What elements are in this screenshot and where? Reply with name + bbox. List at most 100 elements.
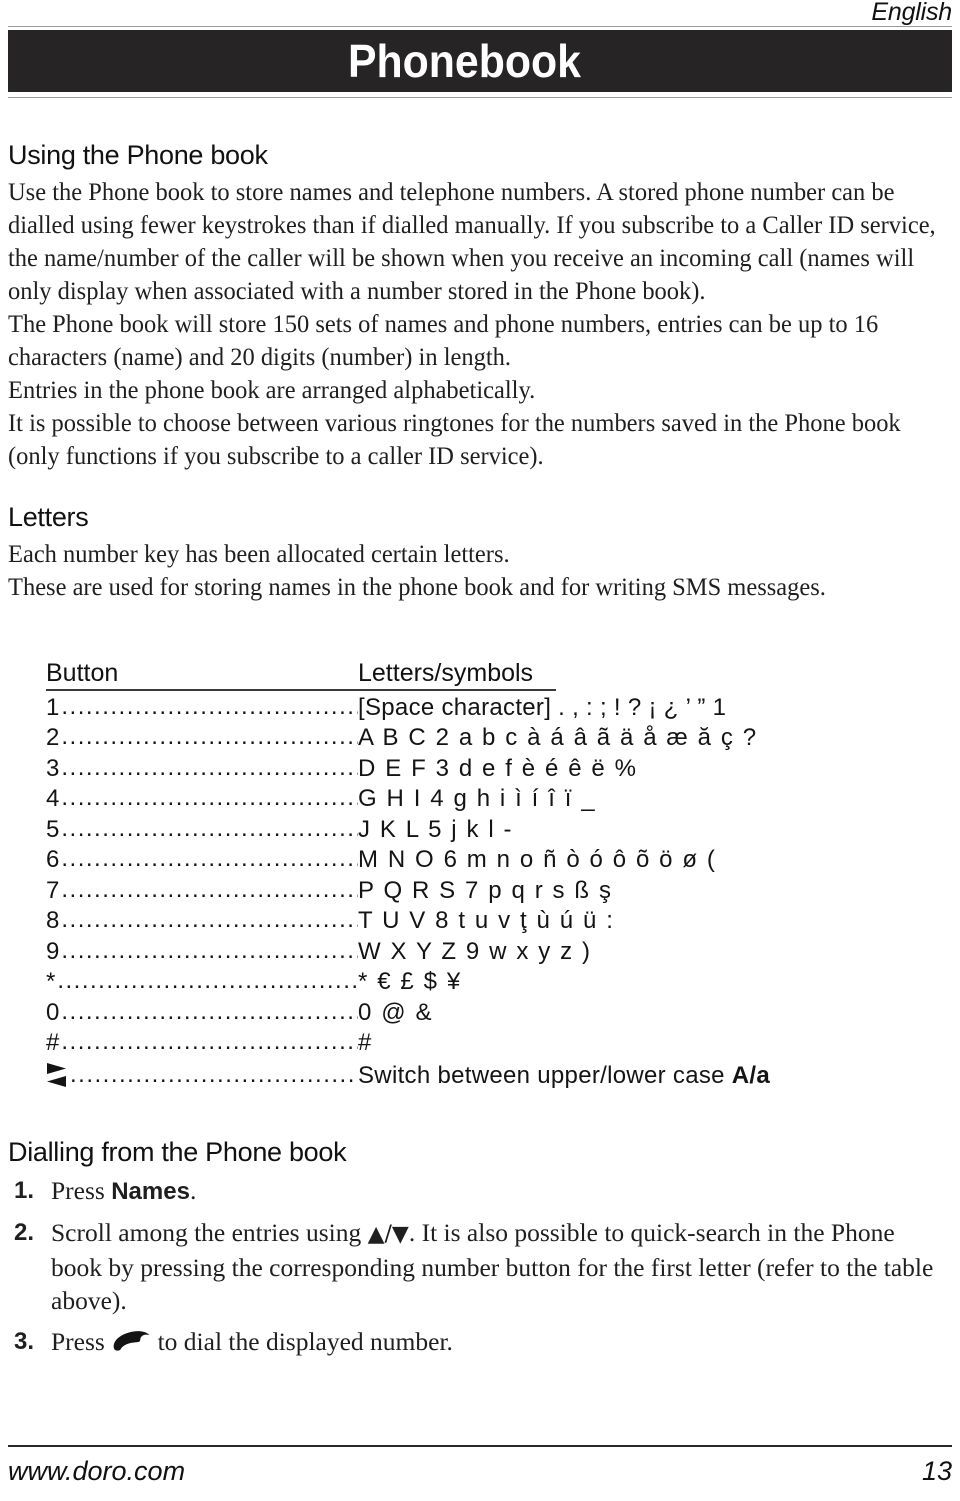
table-row: 8.......................................… [46,906,926,937]
dialling-step: 1. Press Names. [8,1174,952,1208]
dialling-step: 2. Scroll among the entries using ▲/▼. It… [8,1216,952,1317]
key-label: 2 [46,724,60,751]
key-label: * [46,968,56,995]
header-top-divider [8,26,952,27]
key-label: 5 [46,815,60,843]
table-cell-button: 7.......................................… [46,876,358,907]
table-row: 5.......................................… [46,815,926,846]
dot-leader: ........................................… [61,997,358,1025]
page-footer: www.doro.com 13 [8,1449,952,1493]
dot-leader: ........................................… [61,723,358,750]
table-cell-letters-symbols: T U V 8 t u v ţ ù ú ü : [358,907,615,934]
table-cell-letters-symbols: J K L 5 j k l - [358,815,514,843]
footer-divider [8,1445,952,1447]
table-row: 9.......................................… [46,937,926,968]
dot-leader: ........................................… [57,967,358,994]
key-label: 6 [46,846,60,873]
dot-leader: ........................................… [61,845,358,872]
dialling-step: 3. Press to dial the displayed number. [8,1325,952,1358]
scroll-up-down-arrows-icon: ▲/▼ [367,1222,409,1247]
step-number: 2. [14,1219,35,1246]
table-cell-letters-symbols: Switch between upper/lower case A/a [358,1061,926,1092]
step-keyword: Names [111,1178,190,1205]
paragraph-letters-2: These are used for storing names in the … [8,572,826,601]
handset-call-icon [111,1330,151,1352]
step-text-after: to dial the displayed number. [151,1327,453,1356]
key-label: # [46,1029,60,1056]
table-cell-letters-symbols: P Q R S 7 p q r s ß ş [358,876,613,904]
dot-leader: ........................................… [61,906,358,933]
key-label: 4 [46,785,60,812]
paragraph-letters-1: Each number key has been allocated certa… [8,539,510,568]
key-label: 3 [46,754,60,782]
paragraph-using-4: It is possible to choose between various… [8,408,901,470]
header-bottom-divider [8,97,952,98]
table-cell-letters-symbols: # [358,1029,373,1056]
key-label: 9 [46,937,60,965]
dot-leader: ........................................… [61,875,358,903]
column-header-button: Button [46,659,119,687]
dot-leader: ........................................… [61,692,358,720]
table-row: #.......................................… [46,1028,926,1059]
dot-leader: ........................................… [61,936,358,964]
table-cell-letters-symbols: D E F 3 d e f è é ê ë % [358,754,638,782]
page-title-banner: Phonebook [8,30,952,92]
paragraph-using-1: Use the Phone book to store names and te… [8,177,936,305]
table-header-row: Button Letters/symbols [46,659,926,689]
table-cell-button: 2.......................................… [46,723,358,754]
document-content: Using the Phone book Use the Phone book … [8,140,952,1366]
table-row: 3.......................................… [46,754,926,785]
table-cell-button: *.......................................… [46,967,358,998]
dot-leader: ........................................… [61,814,358,842]
paragraph-using-2: The Phone book will store 150 sets of na… [8,309,879,371]
table-cell-button: 5.......................................… [46,815,358,846]
dot-leader: ........................................… [61,753,358,781]
table-cell-letters-symbols: [Space character] . , : ; ! ? ¡ ¿ ’ ” 1 [358,693,727,721]
table-row: 7.......................................… [46,876,926,907]
key-label: 0 [46,998,60,1026]
key-label: 8 [46,907,60,934]
table-row: 4.......................................… [46,784,926,815]
section-heading-letters: Letters [8,502,89,532]
table-cell-letters-symbols: 0 @ & [358,998,434,1026]
footer-website: www.doro.com [8,1455,186,1486]
table-cell-letters-symbols: G H I 4 g h i ì í î ï _ [358,785,597,812]
page-title: Phonebook [348,35,581,87]
key-letters-table: Button Letters/symbols 1................… [46,659,926,1091]
section-heading-dialling: Dialling from the Phone book [8,1137,347,1167]
table-row: ........................................… [46,1059,926,1092]
step-number: 3. [14,1328,35,1355]
dot-leader: ........................................… [61,1028,358,1055]
table-cell-button: 4.......................................… [46,784,358,815]
step-text-before: Press [51,1176,112,1205]
table-cell-button: 9.......................................… [46,937,358,968]
table-header-divider [46,689,556,691]
key-label: 7 [46,876,60,904]
step-text-before: Press [51,1327,112,1356]
table-cell-button: 1.......................................… [46,693,358,724]
language-label: English [871,0,952,26]
table-cell-letters-symbols: * € £ $ ¥ [358,968,462,995]
table-cell-letters-symbols: W X Y Z 9 w x y z ) [358,937,592,965]
table-cell-button: ........................................… [46,1059,358,1092]
table-cell-letters-symbols: A B C 2 a b c à á â ã ä å æ ă ç ? [358,724,758,751]
dot-leader: ........................................… [70,1060,358,1088]
table-row: 1.......................................… [46,693,926,724]
table-row: 2.......................................… [46,723,926,754]
table-cell-button: 3.......................................… [46,754,358,785]
table-body: 1.......................................… [46,693,926,1092]
section-heading-using-phone-book: Using the Phone book [8,140,268,170]
table-row: 0.......................................… [46,998,926,1029]
table-cell-button: #.......................................… [46,1028,358,1059]
dialling-steps-list: 1. Press Names. 2. Scroll among the entries… [8,1174,952,1358]
step-text-before: Scroll among the entries using [51,1218,368,1247]
table-cell-button: 8.......................................… [46,906,358,937]
table-cell-button: 0.......................................… [46,998,358,1029]
column-header-letters-symbols: Letters/symbols [358,659,534,687]
step-text-after: . [189,1176,197,1205]
table-row: *.......................................… [46,967,926,998]
key-label: 1 [46,693,60,721]
step-number: 1. [14,1177,35,1204]
